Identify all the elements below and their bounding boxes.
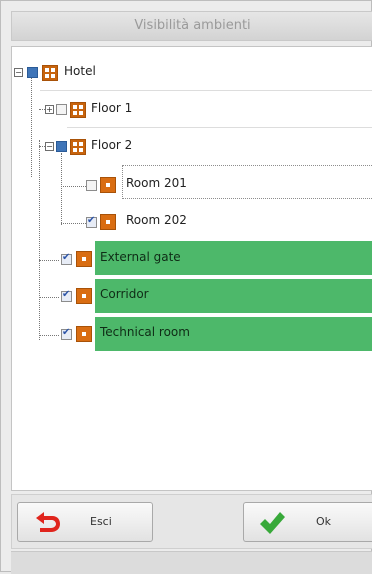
corridor-checkbox[interactable] xyxy=(61,289,72,302)
room-icon xyxy=(100,214,116,230)
room-icon xyxy=(76,251,92,267)
building-icon xyxy=(42,65,58,81)
minus-icon[interactable]: − xyxy=(14,68,23,77)
ok-button-label: Ok xyxy=(316,515,332,528)
building-icon xyxy=(70,139,86,155)
room-201-checkbox[interactable] xyxy=(86,180,97,191)
room-icon xyxy=(76,288,92,304)
checkmark-icon xyxy=(260,512,285,534)
ok-button[interactable]: Ok xyxy=(243,502,372,542)
dialog-title: Visibilità ambienti xyxy=(134,18,251,33)
tree-node-label: Floor 2 xyxy=(91,138,133,152)
tree-node-room-202[interactable]: Room 202 xyxy=(12,204,372,238)
visibility-dialog: Visibilità ambienti − Hotel + Floor 1 − … xyxy=(0,0,372,574)
room-icon xyxy=(100,177,116,193)
tree-node-label: Room 202 xyxy=(126,213,187,227)
tree-node-floor-1[interactable]: + Floor 1 xyxy=(12,92,372,126)
row-divider xyxy=(40,90,372,91)
dialog-footer: Esci Ok xyxy=(11,494,372,549)
room-tree[interactable]: − Hotel + Floor 1 − Floor 2 Room 201 ✔ R… xyxy=(11,46,372,491)
room-icon xyxy=(76,326,92,342)
hotel-checkbox[interactable] xyxy=(27,67,38,78)
status-bar xyxy=(11,551,372,574)
technical-room-checkbox[interactable] xyxy=(61,327,72,340)
tree-node-corridor[interactable]: Corridor xyxy=(12,278,372,312)
tree-node-hotel[interactable]: − Hotel xyxy=(12,55,372,89)
tree-node-label: Floor 1 xyxy=(91,101,133,115)
exit-button[interactable]: Esci xyxy=(17,502,153,542)
floor-1-checkbox[interactable] xyxy=(56,104,67,115)
plus-icon[interactable]: + xyxy=(45,105,54,114)
minus-icon[interactable]: − xyxy=(45,142,54,151)
tree-node-technical-room[interactable]: Technical room xyxy=(12,316,372,350)
tree-node-label: Technical room xyxy=(100,325,190,339)
room-202-checkbox[interactable] xyxy=(86,215,97,228)
tree-node-room-201[interactable]: Room 201 xyxy=(12,167,372,201)
tree-node-label: Corridor xyxy=(100,287,149,301)
tree-node-label: Room 201 xyxy=(126,176,187,190)
title-bar: Visibilità ambienti xyxy=(11,11,372,41)
row-divider xyxy=(67,127,372,128)
undo-arrow-icon xyxy=(36,512,60,532)
tree-node-label: Hotel xyxy=(64,64,96,78)
tree-node-external-gate[interactable]: External gate xyxy=(12,241,372,275)
tree-node-floor-2[interactable]: − Floor 2 xyxy=(12,129,372,163)
floor-2-checkbox[interactable] xyxy=(56,141,67,152)
tree-node-label: External gate xyxy=(100,250,181,264)
building-icon xyxy=(70,102,86,118)
exit-button-label: Esci xyxy=(90,515,112,528)
external-gate-checkbox[interactable] xyxy=(61,252,72,265)
